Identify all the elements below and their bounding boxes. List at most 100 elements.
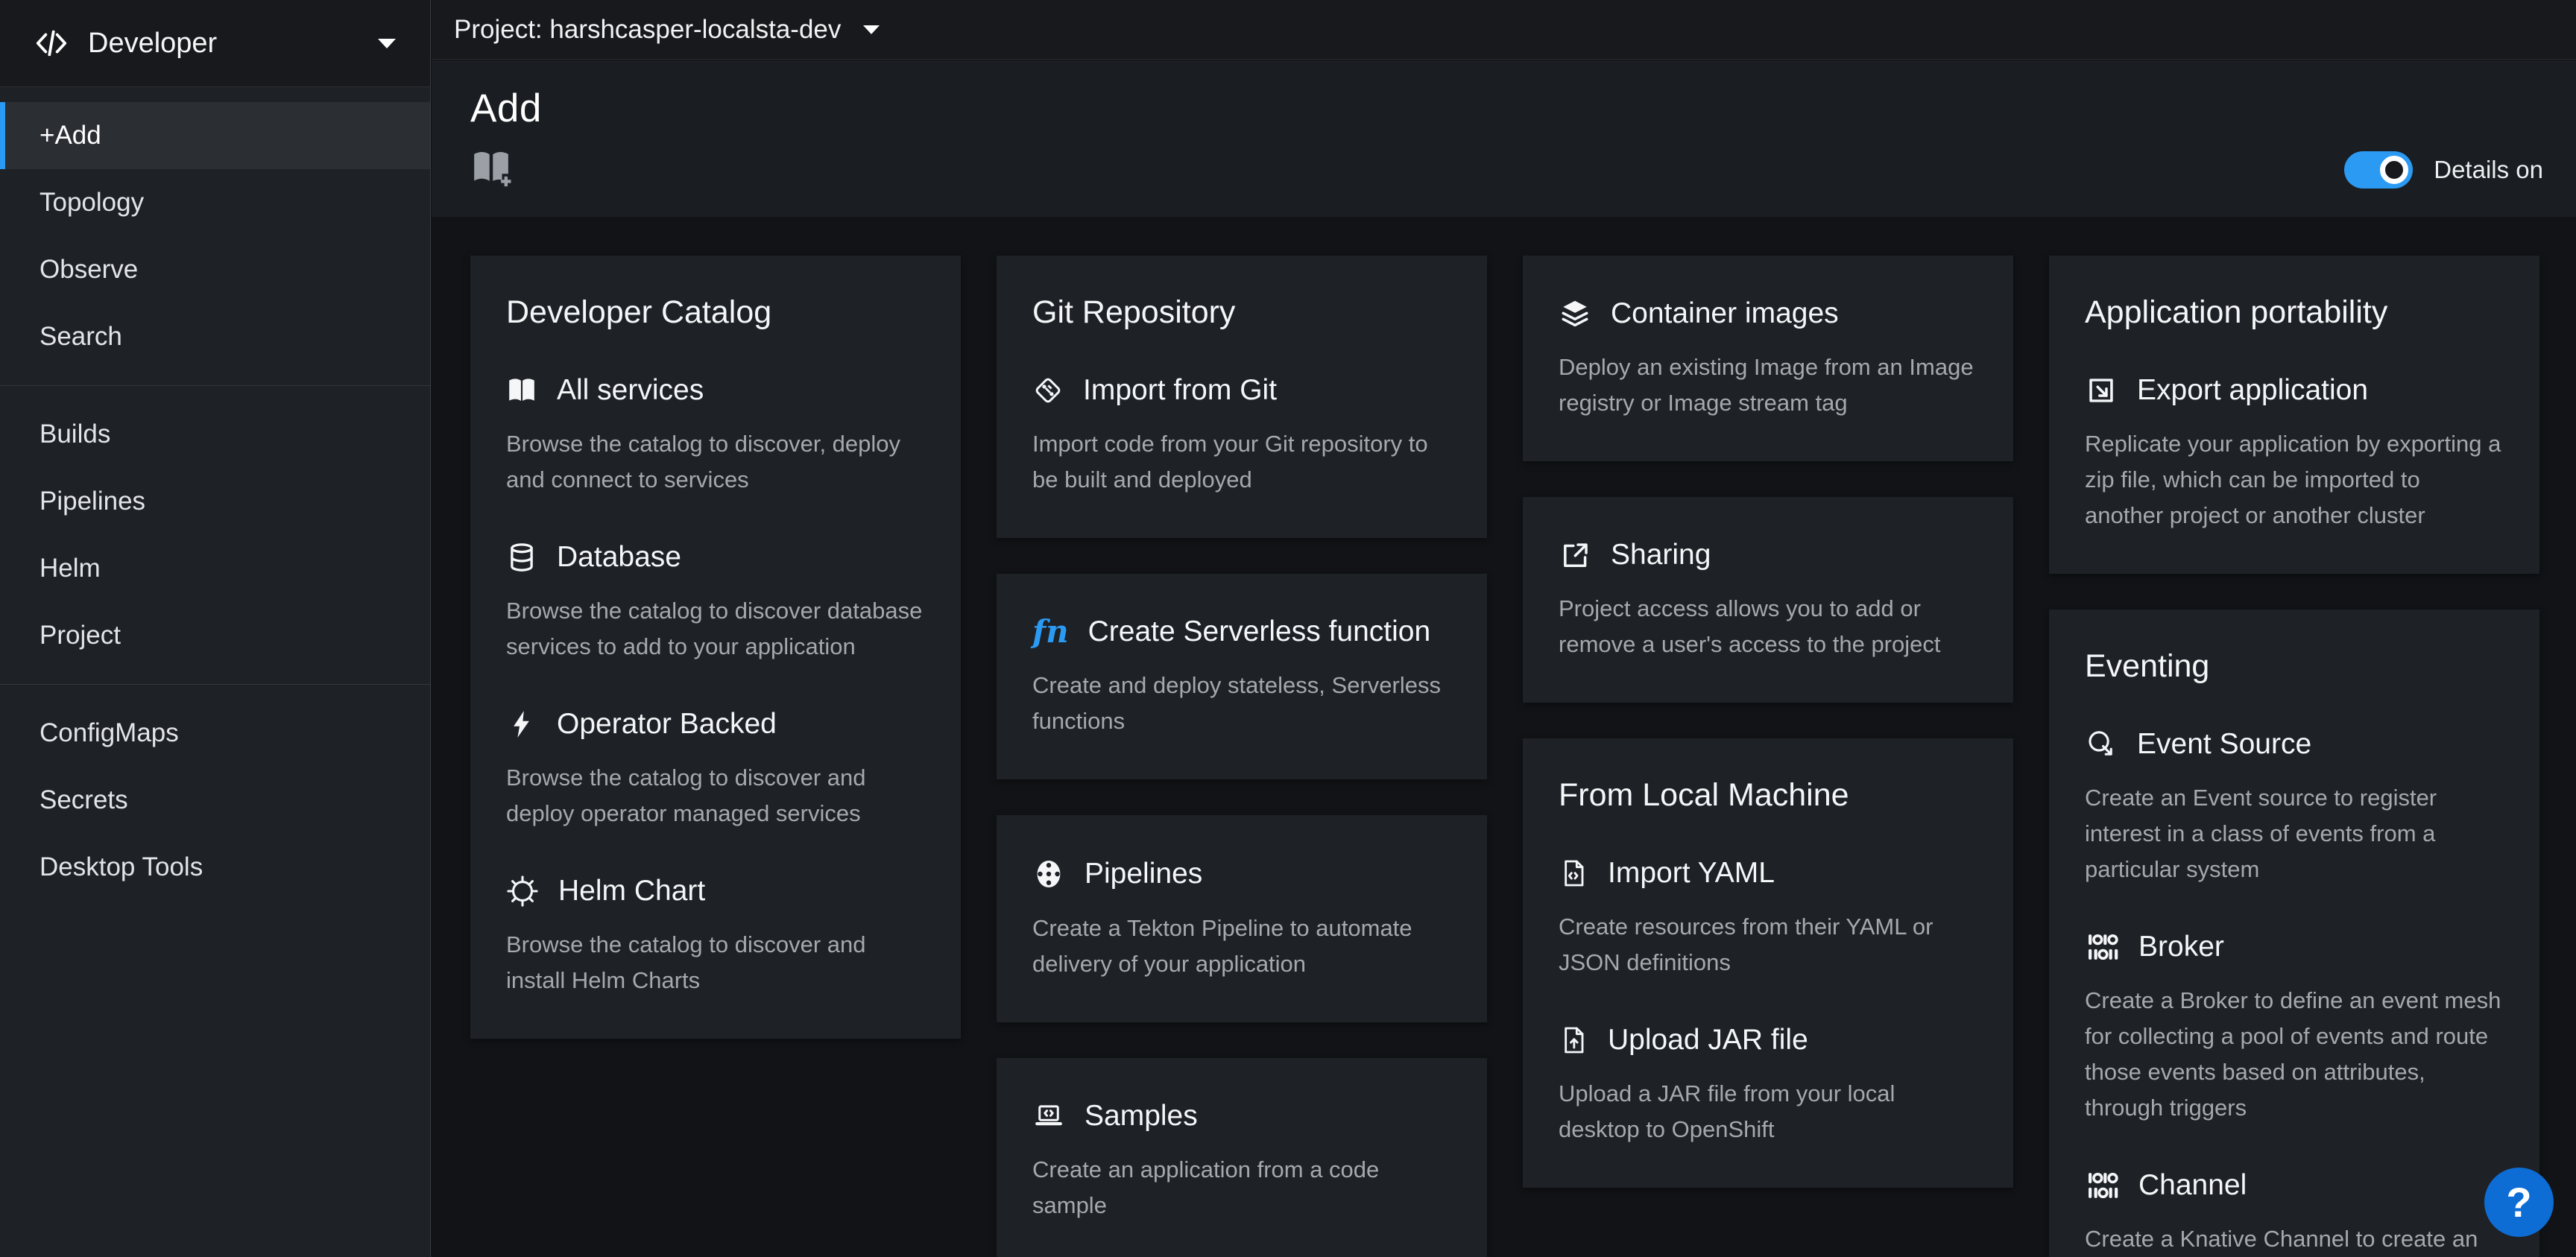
sidebar-nav: +AddTopologyObserveSearch BuildsPipelines… <box>0 87 430 916</box>
bolt-icon <box>506 709 537 740</box>
item-container-images[interactable]: Container imagesDeploy an existing Image… <box>1559 297 1977 421</box>
item-heading: Event Source <box>2085 728 2504 761</box>
item-description: Create a Knative Channel to create an ev… <box>2085 1221 2504 1257</box>
nav-section: ConfigMapsSecretsDesktop Tools <box>0 684 430 916</box>
sidebar-item-configmaps[interactable]: ConfigMaps <box>0 700 430 767</box>
item-heading: Sharing <box>1559 539 1977 571</box>
channel-icon <box>2085 1169 2119 1202</box>
item-heading: Database <box>506 541 925 574</box>
item-heading-label: Channel <box>2138 1169 2247 1202</box>
tekton-icon <box>1032 857 1065 891</box>
card-title: Git Repository <box>1032 294 1451 331</box>
item-description: Create a Tekton Pipeline to automate del… <box>1032 911 1451 982</box>
item-description: Import code from your Git repository to … <box>1032 426 1451 498</box>
item-heading-label: Create Serverless function <box>1088 615 1431 648</box>
item-export-application[interactable]: Export application Replicate your applica… <box>2085 374 2504 533</box>
details-toggle-group: Details on <box>2344 151 2543 189</box>
card-create-serverless-function[interactable]: fn Create Serverless function Create and d… <box>997 574 1487 779</box>
project-selector-label: Project: harshcasper-localsta-dev <box>454 15 841 45</box>
cards-grid: Developer CatalogAll servicesBrowse the … <box>432 217 2576 1257</box>
card-eventing[interactable]: Eventing Event SourceCreate an Event sour… <box>2049 609 2539 1257</box>
item-heading: Samples <box>1032 1100 1451 1133</box>
sidebar-item-add[interactable]: +Add <box>0 102 430 169</box>
perspective-switcher[interactable]: Developer <box>0 0 430 87</box>
card-column: Container imagesDeploy an existing Image… <box>1523 256 2013 1188</box>
item-pipelines[interactable]: Pipelines Create a Tekton Pipeline to aut… <box>1032 857 1451 982</box>
item-heading: Pipelines <box>1032 857 1451 891</box>
page-header: Add Details on <box>432 60 2576 217</box>
sidebar-item-observe[interactable]: Observe <box>0 236 430 303</box>
item-description: Create an application from a code sample <box>1032 1152 1451 1223</box>
git-icon <box>1032 375 1064 406</box>
item-database[interactable]: Database Browse the catalog to discover d… <box>506 541 925 665</box>
fn-icon: fn <box>1032 616 1069 648</box>
sidebar-item-secrets[interactable]: Secrets <box>0 767 430 834</box>
card-container-images[interactable]: Container imagesDeploy an existing Image… <box>1523 256 2013 461</box>
item-event-source[interactable]: Event SourceCreate an Event source to re… <box>2085 728 2504 887</box>
sidebar-item-builds[interactable]: Builds <box>0 401 430 468</box>
item-all-services[interactable]: All servicesBrowse the catalog to discov… <box>506 374 925 498</box>
card-pipelines[interactable]: Pipelines Create a Tekton Pipeline to aut… <box>997 815 1487 1022</box>
item-description: Browse the catalog to discover and deplo… <box>506 760 925 832</box>
item-heading: Helm Chart <box>506 875 925 908</box>
chevron-down-icon <box>863 24 880 35</box>
item-heading: fn Create Serverless function <box>1032 615 1451 648</box>
item-description: Deploy an existing Image from an Image r… <box>1559 349 1977 421</box>
database-icon <box>506 542 537 573</box>
file-code-icon <box>1559 857 1588 890</box>
item-helm-chart[interactable]: Helm Chart Browse the catalog to discover… <box>506 875 925 998</box>
item-heading: Upload JAR file <box>1559 1024 1977 1057</box>
help-button[interactable]: ? <box>2484 1168 2554 1237</box>
item-description: Create and deploy stateless, Serverless … <box>1032 668 1451 739</box>
item-heading-label: Helm Chart <box>558 875 705 908</box>
sidebar-item-pipelines[interactable]: Pipelines <box>0 468 430 535</box>
item-heading: Broker <box>2085 931 2504 963</box>
item-import-from-git[interactable]: Import from Git Import code from your Git… <box>1032 374 1451 498</box>
sidebar-item-project[interactable]: Project <box>0 602 430 669</box>
card-from-local-machine[interactable]: From Local MachineImport YAMLCreate reso… <box>1523 738 2013 1188</box>
broker-icon <box>2085 931 2119 963</box>
item-heading: Operator Backed <box>506 708 925 741</box>
item-heading-label: Broker <box>2138 931 2224 963</box>
card-git-repository[interactable]: Git Repository Import from Git Import code… <box>997 256 1487 538</box>
item-heading-label: Pipelines <box>1085 858 1202 890</box>
item-heading-label: Import from Git <box>1083 374 1277 407</box>
card-sharing[interactable]: SharingProject access allows you to add … <box>1523 497 2013 703</box>
item-create-serverless-function[interactable]: fn Create Serverless function Create and d… <box>1032 615 1451 739</box>
card-application-portability[interactable]: Application portabilityExport applicatio… <box>2049 256 2539 574</box>
item-samples[interactable]: Samples Create an application from a code… <box>1032 1100 1451 1223</box>
item-heading-label: Sharing <box>1611 539 1711 571</box>
perspective-label: Developer <box>88 28 217 60</box>
book-plus-icon[interactable] <box>470 148 512 188</box>
item-import-yaml[interactable]: Import YAMLCreate resources from their Y… <box>1559 857 1977 981</box>
toggle-knob <box>2380 156 2408 184</box>
sidebar-item-helm[interactable]: Helm <box>0 535 430 602</box>
helm-icon <box>506 875 539 908</box>
nav-section: BuildsPipelinesHelmProject <box>0 385 430 684</box>
item-heading-label: All services <box>557 374 704 407</box>
item-upload-jar-file[interactable]: Upload JAR fileUpload a JAR file from yo… <box>1559 1024 1977 1147</box>
item-broker[interactable]: BrokerCreate a Broker to define an event… <box>2085 931 2504 1126</box>
sidebar-item-topology[interactable]: Topology <box>0 169 430 236</box>
card-title: Eventing <box>2085 648 2504 685</box>
item-description: Browse the catalog to discover and insta… <box>506 927 925 998</box>
card-developer-catalog[interactable]: Developer CatalogAll servicesBrowse the … <box>470 256 961 1039</box>
item-heading-label: Event Source <box>2137 728 2311 761</box>
item-description: Replicate your application by exporting … <box>2085 426 2504 533</box>
item-description: Browse the catalog to discover database … <box>506 593 925 665</box>
sidebar-item-desktop-tools[interactable]: Desktop Tools <box>0 834 430 901</box>
sidebar-item-search[interactable]: Search <box>0 303 430 370</box>
item-heading-label: Export application <box>2137 374 2368 407</box>
export-icon <box>2085 374 2118 407</box>
event-source-icon <box>2085 728 2118 761</box>
layers-icon <box>1559 297 1591 330</box>
item-heading: All services <box>506 374 925 407</box>
item-operator-backed[interactable]: Operator Backed Browse the catalog to dis… <box>506 708 925 832</box>
chevron-down-icon <box>378 37 396 49</box>
card-samples[interactable]: Samples Create an application from a code… <box>997 1058 1487 1257</box>
project-selector[interactable]: Project: harshcasper-localsta-dev <box>454 15 880 45</box>
item-sharing[interactable]: SharingProject access allows you to add … <box>1559 539 1977 662</box>
details-toggle[interactable] <box>2344 151 2413 189</box>
card-column: Developer CatalogAll servicesBrowse the … <box>470 256 961 1039</box>
item-channel[interactable]: Channel Create a Knative Channel to creat… <box>2085 1169 2504 1257</box>
